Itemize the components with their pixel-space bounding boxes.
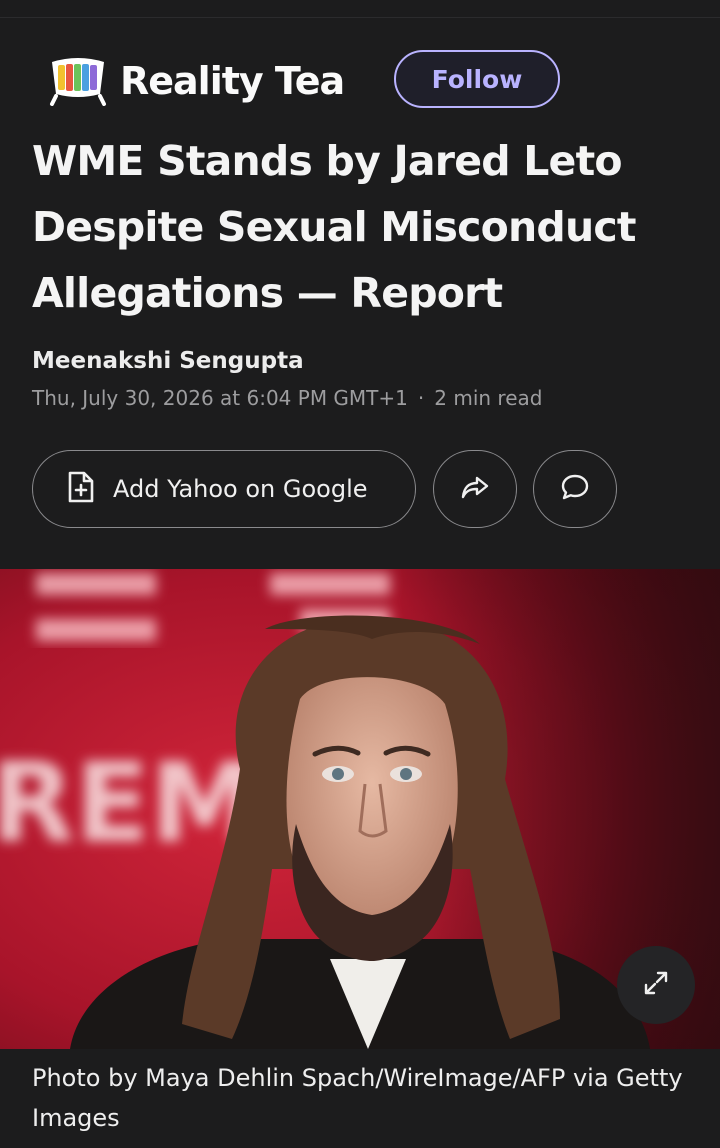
hero-background-text: REM bbox=[0, 739, 259, 867]
document-plus-icon bbox=[67, 471, 95, 507]
article-headline: WME Stands by Jared Leto Despite Sexual … bbox=[32, 137, 636, 317]
author-name[interactable]: Meenakshi Sengupta bbox=[32, 348, 304, 374]
tv-stripes-icon bbox=[46, 56, 110, 106]
add-yahoo-label: Add Yahoo on Google bbox=[113, 475, 368, 503]
image-caption: Photo by Maya Dehlin Spach/WireImage/AFP… bbox=[32, 1064, 683, 1132]
publisher-name[interactable]: Reality Tea bbox=[120, 59, 345, 103]
read-time: 2 min read bbox=[434, 386, 543, 410]
meta-separator: · bbox=[417, 386, 425, 410]
add-yahoo-on-google-button[interactable]: Add Yahoo on Google bbox=[32, 450, 416, 528]
share-button[interactable] bbox=[433, 450, 517, 528]
expand-image-button[interactable] bbox=[617, 946, 695, 1024]
publish-date: Thu, July 30, 2026 at 6:04 PM GMT+1 bbox=[32, 386, 408, 410]
comments-button[interactable] bbox=[533, 450, 617, 528]
speech-bubble-icon bbox=[560, 472, 590, 506]
hero-image[interactable]: REM bbox=[0, 569, 720, 1049]
share-arrow-icon bbox=[460, 473, 490, 505]
top-divider bbox=[0, 17, 720, 18]
article-meta: Thu, July 30, 2026 at 6:04 PM GMT+1 · 2 mi… bbox=[32, 386, 542, 410]
publisher-header[interactable]: Reality Tea bbox=[46, 52, 345, 110]
expand-arrows-icon bbox=[641, 968, 671, 1002]
follow-button[interactable]: Follow bbox=[394, 50, 560, 108]
